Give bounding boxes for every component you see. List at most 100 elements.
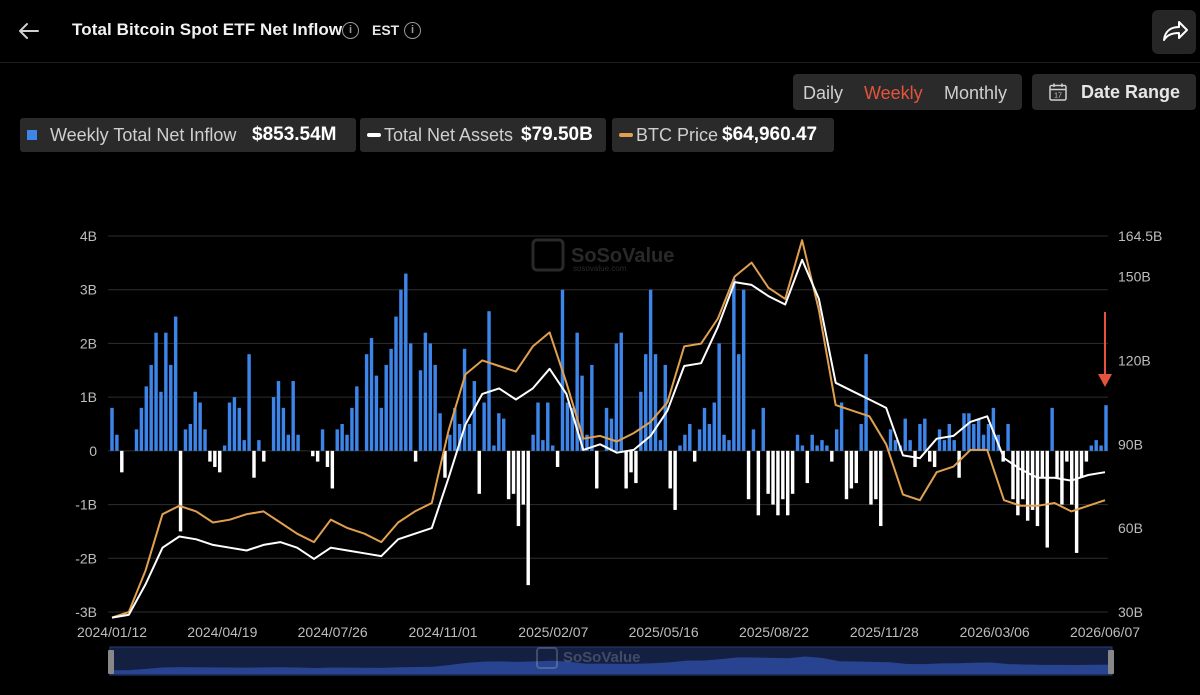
net-inflow-bar[interactable] [849,450,854,489]
net-inflow-bar[interactable] [1035,450,1040,527]
net-inflow-bar[interactable] [188,424,193,451]
net-inflow-bar[interactable] [448,434,452,451]
net-inflow-bar[interactable] [928,450,932,462]
net-inflow-bar[interactable] [120,450,124,473]
net-inflow-bar[interactable] [614,343,619,451]
net-inflow-bar[interactable] [1079,450,1084,478]
net-inflow-bar[interactable] [169,364,173,451]
net-inflow-bar[interactable] [374,375,379,451]
net-inflow-bar[interactable] [976,418,981,451]
net-inflow-bar[interactable] [208,450,212,462]
net-inflow-bar[interactable] [727,440,731,451]
net-inflow-bar[interactable] [741,289,746,451]
net-inflow-bar[interactable] [144,386,148,451]
net-inflow-bar[interactable] [1070,450,1074,505]
net-inflow-bar[interactable] [722,434,726,451]
net-inflow-bar[interactable] [776,450,780,516]
net-inflow-bar[interactable] [932,450,937,467]
net-inflow-bar[interactable] [653,354,658,451]
net-inflow-bar[interactable] [247,354,251,451]
net-inflow-bar[interactable] [629,450,633,473]
net-inflow-bar[interactable] [854,450,858,484]
net-inflow-bar[interactable] [546,402,550,451]
net-inflow-bar[interactable] [1040,450,1045,478]
net-inflow-bar[interactable] [1055,450,1059,478]
net-inflow-bar[interactable] [399,289,403,451]
net-inflow-bar[interactable] [384,364,388,451]
net-inflow-bar[interactable] [487,311,491,451]
net-inflow-bar[interactable] [232,397,237,451]
net-inflow-bar[interactable] [364,354,369,451]
net-inflow-bar[interactable] [536,402,540,451]
net-inflow-bar[interactable] [237,407,242,451]
net-inflow-bar[interactable] [663,364,668,451]
net-inflow-bar[interactable] [492,445,496,451]
net-inflow-bar[interactable] [389,348,393,451]
net-inflow-bar[interactable] [404,273,408,451]
net-inflow-bar[interactable] [678,445,682,451]
net-inflow-bar[interactable] [477,450,481,494]
net-inflow-bar[interactable] [844,450,849,500]
net-inflow-bar[interactable] [213,450,217,467]
net-inflow-bar[interactable] [350,407,354,451]
net-inflow-bar[interactable] [438,413,442,451]
net-inflow-bar[interactable] [526,450,530,586]
net-inflow-bar[interactable] [541,440,545,451]
net-inflow-bar[interactable] [467,424,472,451]
net-inflow-bar[interactable] [859,424,863,451]
net-inflow-bar[interactable] [1089,445,1094,451]
net-inflow-bar[interactable] [394,316,398,451]
net-inflow-bar[interactable] [252,450,256,478]
net-inflow-bar[interactable] [330,450,335,489]
net-inflow-bar[interactable] [154,332,158,451]
net-inflow-bar[interactable] [379,407,384,451]
net-inflow-bar[interactable] [335,429,339,451]
net-inflow-bar[interactable] [737,354,741,451]
net-inflow-bar[interactable] [257,440,261,451]
net-inflow-bar[interactable] [198,402,202,451]
net-inflow-bar[interactable] [178,450,183,532]
net-inflow-bar[interactable] [937,429,942,451]
net-inflow-bar[interactable] [781,450,785,500]
net-inflow-bar[interactable] [732,278,736,451]
net-inflow-bar[interactable] [218,450,222,473]
net-inflow-bar[interactable] [516,450,521,527]
net-inflow-bar[interactable] [609,418,614,451]
net-inflow-bar[interactable] [311,450,315,457]
net-inflow-bar[interactable] [222,445,227,451]
net-inflow-bar[interactable] [1094,440,1098,451]
net-inflow-bar[interactable] [1045,450,1049,548]
net-inflow-bar[interactable] [923,418,927,451]
net-inflow-bar[interactable] [1060,450,1064,505]
net-inflow-bar[interactable] [159,391,163,451]
net-inflow-bar[interactable] [276,381,281,451]
net-inflow-bar[interactable] [786,450,790,516]
net-inflow-bar[interactable] [521,450,526,505]
net-inflow-bar[interactable] [1011,450,1015,500]
net-inflow-bar[interactable] [291,381,295,451]
net-inflow-bar[interactable] [746,450,751,500]
net-inflow-bar[interactable] [173,316,178,451]
net-inflow-bar[interactable] [619,332,623,451]
net-inflow-bar[interactable] [139,407,144,451]
net-inflow-bar[interactable] [183,429,188,451]
net-inflow-bar[interactable] [864,354,868,451]
net-inflow-bar[interactable] [149,364,153,451]
net-inflow-bar[interactable] [110,407,114,451]
net-inflow-bar[interactable] [879,450,883,527]
net-inflow-bar[interactable] [555,450,560,467]
net-inflow-bar[interactable] [286,434,290,451]
net-inflow-bar[interactable] [502,418,506,451]
net-inflow-bar[interactable] [624,450,628,489]
net-inflow-bar[interactable] [462,348,467,451]
net-inflow-bar[interactable] [986,424,991,451]
net-inflow-bar[interactable] [281,407,286,451]
net-inflow-bar[interactable] [1021,450,1025,500]
net-inflow-bar[interactable] [1074,450,1079,553]
navigator-right-handle[interactable] [1108,650,1114,674]
net-inflow-bar[interactable] [634,450,638,484]
net-inflow-bar[interactable] [472,381,477,451]
net-inflow-bar[interactable] [296,434,300,451]
net-inflow-bar[interactable] [697,429,702,451]
net-inflow-bar[interactable] [423,332,428,451]
